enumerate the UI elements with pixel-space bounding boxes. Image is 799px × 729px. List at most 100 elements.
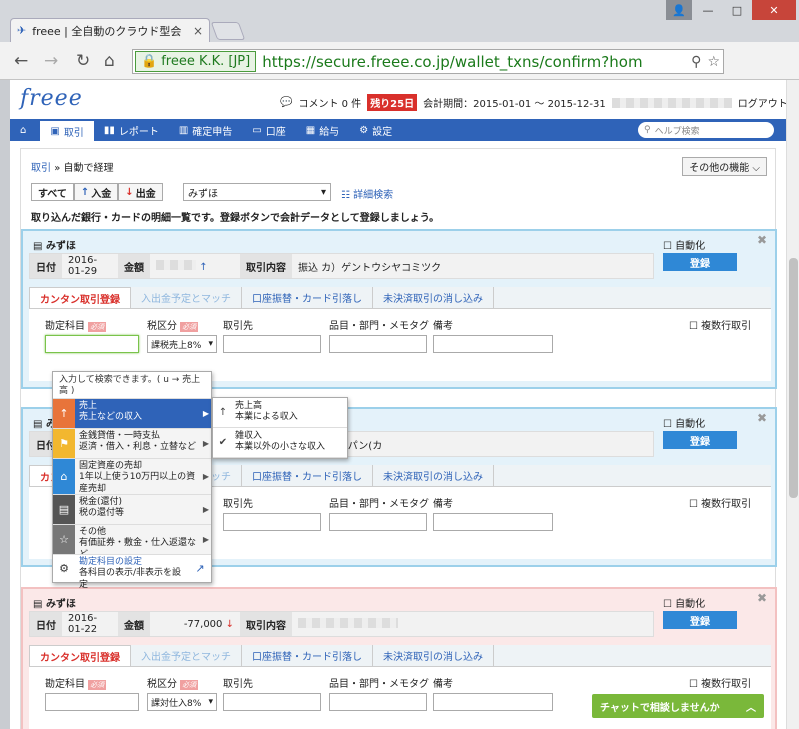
- advanced-search-link[interactable]: ☷ 詳細検索: [341, 186, 393, 201]
- auto-checkbox[interactable]: ☐ 自動化: [663, 595, 705, 610]
- auto-checkbox[interactable]: ☐ 自動化: [663, 237, 705, 252]
- tab-cancel-unsettled[interactable]: 未決済取引の消し込み: [373, 287, 494, 308]
- address-bar[interactable]: 🔒 freee K.K. [JP] https://secure.freee.co…: [132, 49, 724, 74]
- minimize-button[interactable]: —: [695, 0, 721, 20]
- nav-transactions[interactable]: ▣ 取引: [40, 119, 94, 141]
- app-header: freee 💬 コメント 0 件 残り25日 会計期間：2015-01-01 ～…: [10, 80, 786, 118]
- category-loans[interactable]: ⚑ 金銭貸借・一時支払 返済・借入・利息・立替など ▶: [53, 428, 211, 458]
- category-tax-refund[interactable]: ▤ 税金(還付) 税の還付等 ▶: [53, 494, 211, 524]
- main-nav: ⌂ ▣ 取引 ▮▮ レポート ▥ 確定申告 ▭ 口座 ▦ 給与 ⚙ 設定 ⚲ ヘルプ検索: [10, 119, 786, 141]
- partner-input[interactable]: [223, 693, 321, 711]
- account-select[interactable]: みずほ ▾: [183, 183, 331, 201]
- nav-home[interactable]: ⌂: [10, 119, 40, 141]
- card-tabs: カンタン取引登録 入出金予定とマッチ 口座振替・カード引落し 未決済取引の消し込…: [29, 287, 771, 309]
- register-button[interactable]: 登録: [663, 431, 737, 449]
- page-scrollbar[interactable]: [786, 80, 799, 729]
- filter-all-button[interactable]: すべて: [31, 183, 74, 201]
- nav-payroll[interactable]: ▦ 給与: [296, 119, 349, 141]
- card-tabs: カンタン取引登録 入出金予定とマッチ 口座振替・カード引落し 未決済取引の消し込…: [29, 645, 771, 667]
- freee-logo[interactable]: freee: [20, 86, 83, 111]
- tab-transfer[interactable]: 口座振替・カード引落し: [242, 465, 373, 486]
- chevron-right-icon: ▶: [202, 535, 210, 544]
- close-icon[interactable]: ✖: [757, 591, 767, 605]
- auto-checkbox[interactable]: ☐ 自動化: [663, 415, 705, 430]
- chevron-right-icon: ▶: [202, 505, 210, 514]
- tab-cancel-unsettled[interactable]: 未決済取引の消し込み: [373, 645, 494, 666]
- back-arrow-icon[interactable]: ←: [14, 51, 28, 71]
- account-item-input[interactable]: [45, 335, 139, 353]
- reload-icon[interactable]: ↻: [76, 51, 90, 71]
- transaction-description: 振込 カ）ゲントウシヤコミツク: [298, 262, 442, 274]
- tab-quick-register[interactable]: カンタン取引登録: [29, 645, 131, 666]
- tab-transfer[interactable]: 口座振替・カード引落し: [242, 287, 373, 308]
- items-input[interactable]: [329, 693, 427, 711]
- nav-settings[interactable]: ⚙ 設定: [349, 119, 402, 141]
- tab-transfer[interactable]: 口座振替・カード引落し: [242, 645, 373, 666]
- tab-cancel-unsettled[interactable]: 未決済取引の消し込み: [373, 465, 494, 486]
- category-other[interactable]: ☆ その他有価証券・敷金・仕入返還など ▶: [53, 524, 211, 554]
- transaction-date: 2016-01-29: [68, 255, 98, 277]
- account-settings-link[interactable]: ⚙ 勘定科目の設定 各科目の表示/非表示を設定 ↗: [53, 554, 211, 590]
- filter-expense-button[interactable]: ↓ 出金: [118, 183, 163, 201]
- maximize-button[interactable]: □: [724, 0, 750, 20]
- down-arrow-icon: ↓: [125, 186, 134, 198]
- nav-reports[interactable]: ▮▮ レポート: [94, 119, 169, 141]
- user-icon[interactable]: 👤: [666, 0, 692, 20]
- tab-close-icon[interactable]: ×: [193, 24, 203, 38]
- trial-days-badge[interactable]: 残り25日: [367, 94, 418, 111]
- tab-quick-register[interactable]: カンタン取引登録: [29, 287, 131, 308]
- register-button[interactable]: 登録: [663, 611, 737, 629]
- subcategory-misc-income[interactable]: ✔ 雑収入 本業以外の小さな収入: [213, 428, 347, 458]
- wallet-icon: ▣: [50, 125, 60, 137]
- multi-row-checkbox[interactable]: ☐ 複数行取引: [689, 675, 751, 690]
- filter-income-button[interactable]: ↑ 入金: [73, 183, 119, 201]
- new-tab-button[interactable]: [210, 22, 246, 40]
- note-input[interactable]: [433, 693, 553, 711]
- search-icon[interactable]: ⚲: [688, 54, 704, 70]
- note-input[interactable]: [433, 513, 553, 531]
- scroll-thumb[interactable]: [789, 258, 798, 498]
- close-window-button[interactable]: ✕: [752, 0, 796, 20]
- close-icon[interactable]: ✖: [757, 411, 767, 425]
- card-icon: ▭: [252, 124, 262, 136]
- register-button[interactable]: 登録: [663, 253, 737, 271]
- ev-certificate-badge[interactable]: 🔒 freee K.K. [JP]: [135, 51, 257, 72]
- logout-link[interactable]: ログアウト: [738, 95, 786, 110]
- subcategory-sales-revenue[interactable]: ↑ 売上高 本業による収入: [213, 398, 347, 428]
- tax-select[interactable]: 課対仕入8% ▾: [147, 693, 217, 711]
- home-icon[interactable]: ⌂: [104, 51, 115, 71]
- forward-arrow-icon[interactable]: →: [44, 51, 58, 71]
- chat-widget[interactable]: チャットで相談しませんか ︿: [592, 694, 764, 718]
- tab-schedule-match[interactable]: 入出金予定とマッチ: [131, 287, 242, 308]
- account-item-input[interactable]: [45, 693, 139, 711]
- items-input[interactable]: [329, 513, 427, 531]
- tax-select[interactable]: 課税売上8% ▾: [147, 335, 217, 353]
- comment-count[interactable]: コメント 0 件: [298, 95, 361, 110]
- bar-chart-icon: ▮▮: [103, 124, 115, 136]
- tab-schedule-match[interactable]: 入出金予定とマッチ: [131, 645, 242, 666]
- redacted-description: [298, 617, 398, 628]
- category-fixed-assets[interactable]: ⌂ 固定資産の売却 1年以上使う10万円以上の資産売却 ▶: [53, 458, 211, 494]
- tab-title: freee | 全自動のクラウド型会: [32, 24, 182, 38]
- breadcrumb-link[interactable]: 取引: [31, 163, 51, 174]
- browser-tab[interactable]: ✈ freee | 全自動のクラウド型会 ×: [10, 18, 210, 42]
- bookmark-star-icon[interactable]: ☆: [704, 54, 723, 70]
- items-input[interactable]: [329, 335, 427, 353]
- up-arrow-icon: ↑: [199, 261, 208, 273]
- note-input[interactable]: [433, 335, 553, 353]
- chevron-right-icon: ▶: [202, 409, 210, 418]
- redacted-amount: [156, 259, 196, 270]
- partner-input[interactable]: [223, 335, 321, 353]
- help-search-input[interactable]: ⚲ ヘルプ検索: [638, 122, 774, 138]
- transaction-meta: 日付 2016-01-22 金額 -77,000 ↓ 取引内容: [29, 611, 654, 637]
- bank-icon: ▤: [33, 599, 46, 610]
- close-icon[interactable]: ✖: [757, 233, 767, 247]
- partner-input[interactable]: [223, 513, 321, 531]
- multi-row-checkbox[interactable]: ☐ 複数行取引: [689, 495, 751, 510]
- up-arrow-icon: ↑: [80, 186, 90, 198]
- multi-row-checkbox[interactable]: ☐ 複数行取引: [689, 317, 751, 332]
- category-sales[interactable]: ↑ 売上 売上などの収入 ▶: [53, 398, 211, 428]
- other-functions-button[interactable]: その他の機能 ⌵: [682, 157, 767, 176]
- nav-tax-return[interactable]: ▥ 確定申告: [169, 119, 242, 141]
- nav-accounts[interactable]: ▭ 口座: [242, 119, 295, 141]
